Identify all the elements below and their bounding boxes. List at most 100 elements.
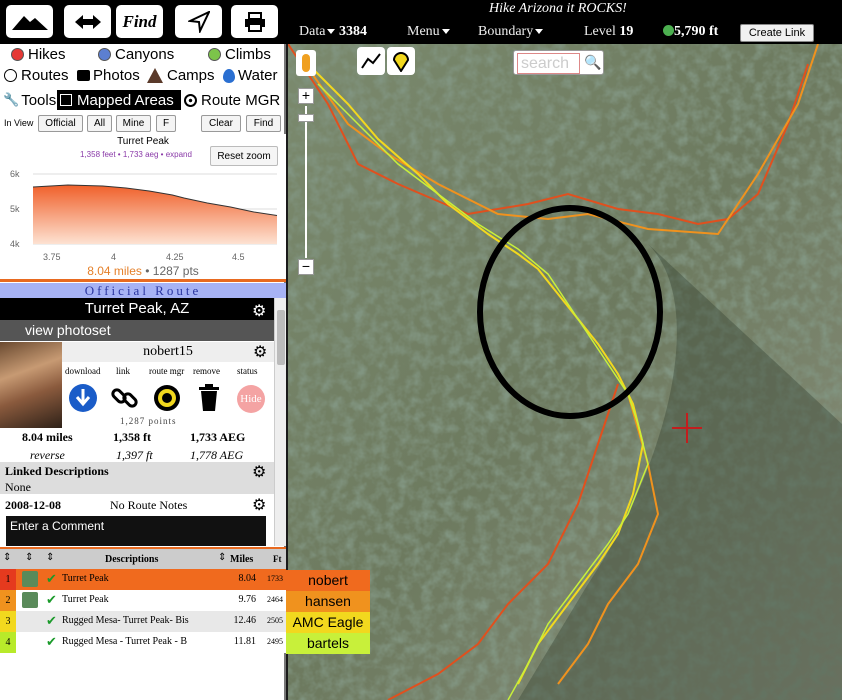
filter-official-button[interactable]: Official bbox=[38, 115, 83, 132]
link-icon[interactable] bbox=[110, 383, 140, 413]
label-remove: remove bbox=[193, 366, 220, 376]
linked-title: Linked Descriptions bbox=[5, 464, 109, 478]
create-link-button[interactable]: Create Link bbox=[740, 24, 814, 42]
elevation-chart: 6k 5k 4k 3.75 4 4.25 4.5 bbox=[10, 169, 278, 262]
map-search-input[interactable]: search bbox=[517, 53, 580, 74]
tab-tools[interactable]: 🔧 Tools bbox=[3, 90, 56, 110]
search-icon[interactable]: 🔍 bbox=[584, 54, 601, 71]
find-filter-button[interactable]: Find bbox=[246, 115, 281, 132]
in-view-label: In View bbox=[4, 118, 34, 128]
thumbs-up-icon[interactable] bbox=[22, 592, 38, 608]
print-button[interactable] bbox=[231, 5, 278, 38]
navigate-button[interactable] bbox=[175, 5, 222, 38]
table-row[interactable]: 3 ✔ Rugged Mesa- Turret Peak- Bis 12.46 2505 bbox=[0, 611, 286, 632]
checkmark-icon[interactable]: ✔ bbox=[46, 634, 57, 650]
y-tick-5k: 5k bbox=[10, 204, 20, 214]
zoom-out-button[interactable]: − bbox=[298, 259, 314, 275]
zoom-slider-handle[interactable] bbox=[298, 114, 314, 122]
reverse-label: reverse bbox=[30, 448, 65, 462]
points-count: 1,287 points bbox=[120, 416, 177, 426]
navigation-arrow-icon bbox=[187, 10, 210, 33]
gear-icon[interactable]: ⚙ bbox=[253, 342, 267, 362]
scrollbar-thumb[interactable] bbox=[277, 310, 285, 365]
layer-camps[interactable]: Camps bbox=[147, 67, 215, 84]
hide-button[interactable]: Hide bbox=[237, 385, 265, 413]
table-row[interactable]: 1 ✔ Turret Peak 8.04 1733 bbox=[0, 569, 286, 590]
row-name[interactable]: Turret Peak bbox=[62, 594, 109, 605]
col-miles[interactable]: Miles bbox=[230, 554, 253, 565]
checkmark-icon[interactable]: ✔ bbox=[46, 571, 57, 587]
layer-climbs[interactable]: Climbs bbox=[208, 46, 271, 63]
legend-item[interactable]: nobert bbox=[286, 570, 370, 591]
tab-tools-label: Tools bbox=[21, 91, 57, 109]
layer-camps-label: Camps bbox=[167, 67, 215, 84]
thumbs-up-icon[interactable] bbox=[22, 571, 38, 587]
sort-icon[interactable]: ⇕ bbox=[218, 552, 226, 563]
comment-input[interactable]: Enter a Comment bbox=[6, 516, 266, 546]
boundary-menu-label: Boundary bbox=[478, 24, 534, 39]
layer-water[interactable]: Water bbox=[223, 67, 277, 84]
red-dot-icon bbox=[11, 48, 24, 61]
find-button[interactable]: Find bbox=[116, 5, 163, 38]
col-ft[interactable]: Ft bbox=[273, 554, 282, 564]
sort-icon[interactable]: ⇕ bbox=[25, 552, 33, 563]
notes-row: 2008-12-08 No Route Notes ⚙ bbox=[0, 494, 274, 516]
tab-route-mgr[interactable]: Route MGR bbox=[184, 90, 280, 110]
col-descriptions[interactable]: Descriptions bbox=[105, 554, 158, 565]
level-value: 19 bbox=[619, 24, 634, 39]
view-photoset-link[interactable]: view photoset bbox=[0, 320, 274, 341]
user-name[interactable]: nobert15 bbox=[62, 344, 274, 360]
gear-icon[interactable]: ⚙ bbox=[252, 462, 266, 482]
legend-item[interactable]: AMC Eagle bbox=[286, 612, 370, 633]
table-row[interactable]: 4 ✔ Rugged Mesa - Turret Peak - B 11.81 2495 bbox=[0, 632, 286, 653]
layer-hikes[interactable]: Hikes bbox=[11, 46, 66, 63]
sort-icon[interactable]: ⇕ bbox=[46, 552, 54, 563]
layer-photos[interactable]: Photos bbox=[77, 67, 140, 84]
place-marker-button[interactable] bbox=[387, 47, 415, 75]
filter-all-button[interactable]: All bbox=[87, 115, 112, 132]
filter-mine-button[interactable]: Mine bbox=[116, 115, 151, 132]
checkmark-icon[interactable]: ✔ bbox=[46, 613, 57, 629]
target-icon[interactable] bbox=[152, 383, 182, 413]
layer-canyons[interactable]: Canyons bbox=[98, 46, 174, 63]
clear-button[interactable]: Clear bbox=[201, 115, 241, 132]
tab-mapped-areas[interactable]: Mapped Areas bbox=[57, 90, 181, 110]
layer-water-label: Water bbox=[238, 67, 278, 84]
filter-f-button[interactable]: F bbox=[156, 115, 176, 132]
site-slogan: Hike Arizona it ROCKS! bbox=[489, 1, 627, 16]
draw-line-button[interactable] bbox=[357, 47, 385, 75]
legend-item[interactable]: hansen bbox=[286, 591, 370, 612]
circle-outline-icon bbox=[4, 69, 17, 82]
routes-table-header: ⇕ ⇕ ⇕ Descriptions ⇕ Miles Ft bbox=[0, 547, 286, 569]
elevation-area bbox=[33, 185, 277, 244]
route-feet: 1,358 ft bbox=[113, 430, 151, 444]
layer-routes[interactable]: Routes bbox=[4, 67, 69, 84]
label-route-mgr: route mgr bbox=[149, 366, 185, 376]
download-icon[interactable] bbox=[68, 383, 98, 413]
row-name[interactable]: Rugged Mesa - Turret Peak - B bbox=[62, 636, 187, 647]
legend-item[interactable]: bartels bbox=[286, 633, 370, 654]
gear-icon[interactable]: ⚙ bbox=[252, 495, 266, 515]
pegman-icon bbox=[302, 54, 310, 72]
panel-scrollbar[interactable] bbox=[274, 298, 286, 546]
row-name[interactable]: Rugged Mesa- Turret Peak- Bis bbox=[62, 615, 189, 626]
data-menu[interactable]: Data 3384 bbox=[299, 24, 367, 40]
trash-icon[interactable] bbox=[197, 384, 221, 412]
street-view-pegman[interactable] bbox=[296, 50, 316, 76]
route-date: 2008-12-08 bbox=[5, 498, 61, 512]
linked-value: None bbox=[5, 480, 31, 494]
resize-button[interactable] bbox=[64, 5, 111, 38]
table-row[interactable]: 2 ✔ Turret Peak 9.76 2464 bbox=[0, 590, 286, 611]
zoom-in-button[interactable]: + bbox=[298, 88, 314, 104]
boundary-menu[interactable]: Boundary bbox=[478, 24, 544, 40]
location-dot-icon bbox=[663, 25, 674, 36]
zoom-track[interactable] bbox=[305, 106, 307, 258]
sort-icon[interactable]: ⇕ bbox=[3, 552, 11, 563]
map-view[interactable] bbox=[288, 44, 842, 700]
checkmark-icon[interactable]: ✔ bbox=[46, 592, 57, 608]
main-menu[interactable]: Menu bbox=[407, 24, 450, 40]
home-mountain-button[interactable] bbox=[6, 5, 53, 38]
row-name[interactable]: Turret Peak bbox=[62, 573, 109, 584]
gear-icon[interactable]: ⚙ bbox=[252, 301, 266, 321]
avatar bbox=[0, 342, 62, 428]
